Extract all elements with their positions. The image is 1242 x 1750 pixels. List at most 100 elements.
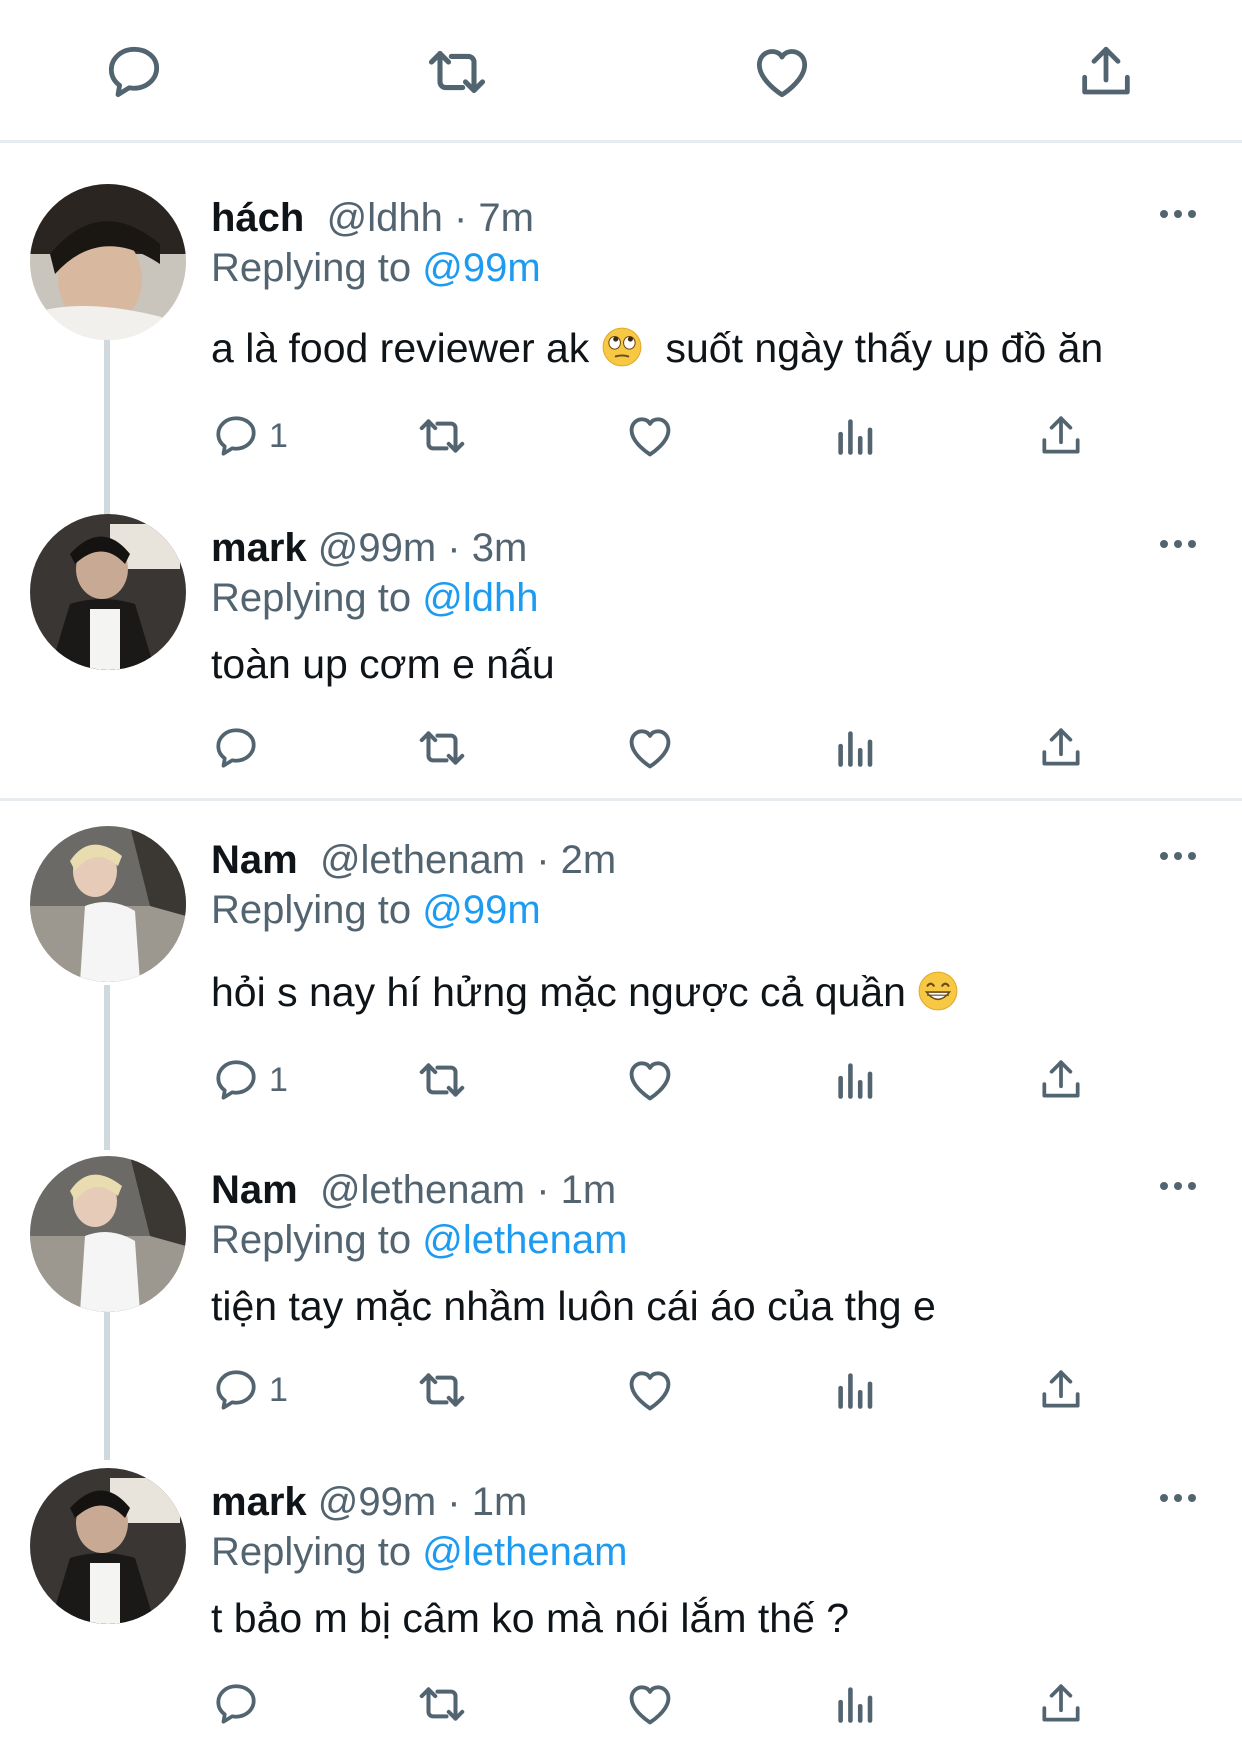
reply-button[interactable] (211, 1674, 261, 1734)
tweet-actions: 1 (0, 1360, 1242, 1420)
tweet-header: mark @99m · 1m (211, 1478, 527, 1526)
reply-icon (211, 411, 261, 461)
reply-count: 1 (269, 1060, 288, 1099)
mention-link[interactable]: @99m (422, 888, 540, 932)
share-button[interactable] (1036, 1050, 1086, 1110)
timestamp[interactable]: · 3m (447, 526, 527, 570)
face-with-rolling-eyes-emoji (601, 326, 643, 368)
reply-button[interactable]: 1 (211, 1360, 288, 1420)
share-button[interactable] (1036, 718, 1086, 778)
retweet-icon (415, 721, 469, 775)
user-handle[interactable]: @99m (318, 526, 436, 570)
reply-button[interactable]: 1 (211, 406, 288, 466)
tweet[interactable]: mark @99m · 3m Replying to @ldhh toàn up… (0, 514, 1242, 784)
timestamp[interactable]: · 7m (454, 196, 534, 240)
analytics-button[interactable] (830, 1674, 880, 1734)
avatar[interactable] (30, 184, 186, 340)
more-options-icon[interactable] (1158, 204, 1198, 224)
retweet-button[interactable] (415, 1674, 469, 1734)
like-icon (624, 410, 676, 462)
mention-link[interactable]: @lethenam (422, 1530, 627, 1574)
mention-link[interactable]: @ldhh (422, 576, 538, 620)
tweet[interactable]: Nam @lethenam · 1m Replying to @lethenam… (0, 1156, 1242, 1436)
like-button[interactable] (624, 406, 676, 466)
analytics-button[interactable] (830, 1050, 880, 1110)
tweet-actions (0, 1674, 1242, 1734)
avatar[interactable] (30, 1156, 186, 1312)
tweet-text-part: a là food reviewer ak (211, 325, 590, 371)
share-icon (1036, 723, 1086, 773)
reply-icon[interactable] (98, 36, 170, 108)
user-handle[interactable]: @99m (318, 1480, 436, 1524)
like-icon[interactable] (746, 36, 818, 108)
analytics-button[interactable] (830, 718, 880, 778)
retweet-button[interactable] (415, 406, 469, 466)
timestamp[interactable]: · 1m (447, 1480, 527, 1524)
reply-icon (211, 1365, 261, 1415)
retweet-icon[interactable] (421, 36, 493, 108)
like-icon (624, 722, 676, 774)
avatar[interactable] (30, 826, 186, 982)
more-options-icon[interactable] (1158, 534, 1198, 554)
analytics-icon (830, 411, 880, 461)
tweet[interactable]: Nam @lethenam · 2m Replying to @99m hỏi … (0, 826, 1242, 1126)
retweet-button[interactable] (415, 718, 469, 778)
replying-to-label: Replying to (211, 888, 412, 932)
share-button[interactable] (1036, 1674, 1086, 1734)
analytics-icon (830, 1365, 880, 1415)
share-button[interactable] (1036, 1360, 1086, 1420)
replying-to-label: Replying to (211, 576, 412, 620)
tweet-header: hách @ldhh · 7m (211, 194, 534, 242)
more-options-icon[interactable] (1158, 1176, 1198, 1196)
analytics-button[interactable] (830, 1360, 880, 1420)
tweet-text-part: hỏi s nay hí hửng mặc ngược cả quần (211, 969, 906, 1015)
user-handle[interactable]: @lethenam (320, 838, 525, 882)
mention-link[interactable]: @99m (422, 246, 540, 290)
reply-button[interactable]: 1 (211, 1050, 288, 1110)
tweet-actions (0, 718, 1242, 778)
more-options-icon[interactable] (1158, 846, 1198, 866)
share-icon (1036, 1055, 1086, 1105)
display-name[interactable]: Nam (211, 1168, 298, 1212)
avatar[interactable] (30, 1468, 186, 1624)
more-options-icon[interactable] (1158, 1488, 1198, 1508)
user-handle[interactable]: @ldhh (327, 196, 443, 240)
share-icon (1036, 1365, 1086, 1415)
display-name[interactable]: Nam (211, 838, 298, 882)
reply-count: 1 (269, 416, 288, 455)
like-button[interactable] (624, 1674, 676, 1734)
like-button[interactable] (624, 718, 676, 778)
timestamp[interactable]: · 1m (536, 1168, 616, 1212)
like-button[interactable] (624, 1050, 676, 1110)
analytics-icon (830, 1055, 880, 1105)
replying-to: Replying to @ldhh (211, 574, 538, 622)
retweet-button[interactable] (415, 1050, 469, 1110)
retweet-icon (415, 409, 469, 463)
tweet-header: mark @99m · 3m (211, 524, 527, 572)
tweet-actions: 1 (0, 406, 1242, 466)
tweet[interactable]: hách @ldhh · 7m Replying to @99m a là fo… (0, 184, 1242, 474)
replying-to-label: Replying to (211, 1530, 412, 1574)
share-icon (1036, 1679, 1086, 1729)
like-button[interactable] (624, 1360, 676, 1420)
display-name[interactable]: mark (211, 1480, 307, 1524)
analytics-button[interactable] (830, 406, 880, 466)
timestamp[interactable]: · 2m (536, 838, 616, 882)
tweet[interactable]: mark @99m · 1m Replying to @lethenam t b… (0, 1468, 1242, 1750)
analytics-icon (830, 723, 880, 773)
replying-to-label: Replying to (211, 1218, 412, 1262)
replying-to: Replying to @99m (211, 886, 541, 934)
mention-link[interactable]: @lethenam (422, 1218, 627, 1262)
retweet-button[interactable] (415, 1360, 469, 1420)
display-name[interactable]: hách (211, 196, 304, 240)
retweet-icon (415, 1677, 469, 1731)
like-icon (624, 1678, 676, 1730)
replying-to: Replying to @lethenam (211, 1216, 627, 1264)
reply-button[interactable] (211, 718, 261, 778)
share-icon[interactable] (1070, 36, 1142, 108)
display-name[interactable]: mark (211, 526, 307, 570)
share-button[interactable] (1036, 406, 1086, 466)
reply-count: 1 (269, 1370, 288, 1409)
user-handle[interactable]: @lethenam (320, 1168, 525, 1212)
avatar[interactable] (30, 514, 186, 670)
